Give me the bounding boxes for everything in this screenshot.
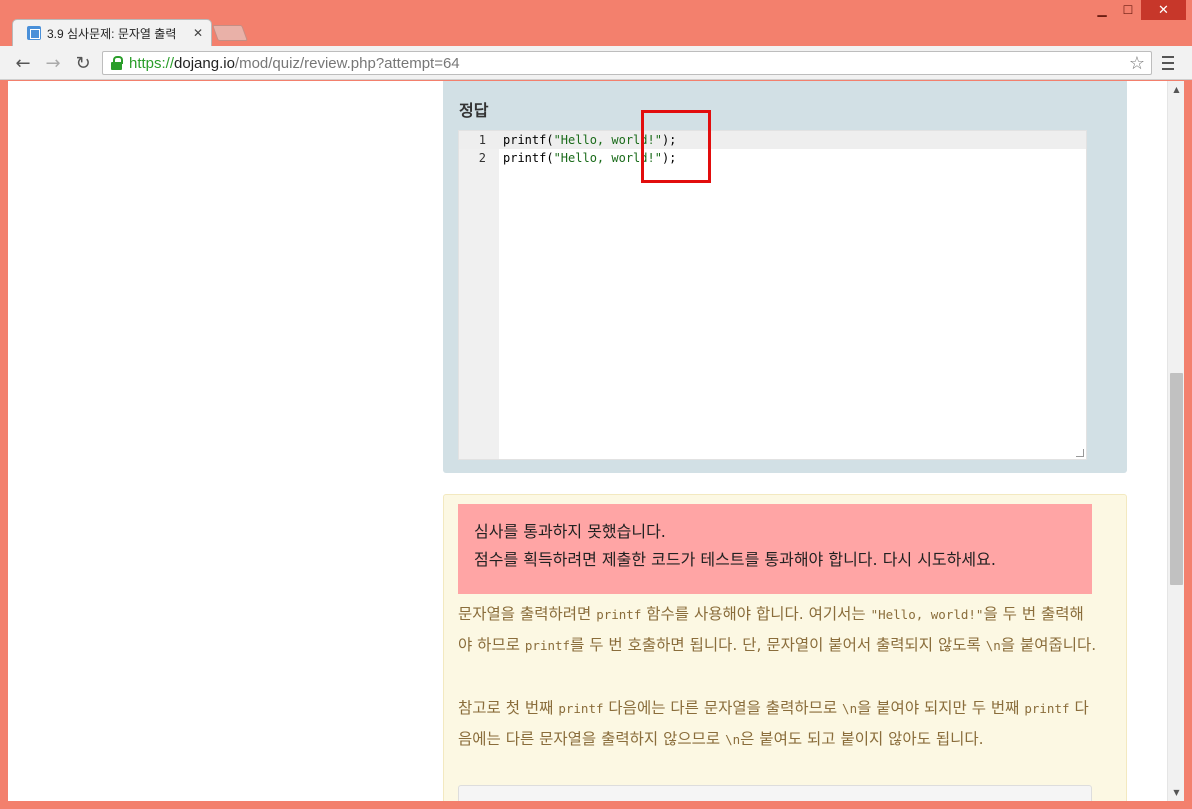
explanation-paragraph-2: 참고로 첫 번째 printf 다음에는 다른 문자열을 출력하므로 \n을 붙… (458, 699, 1089, 748)
line-number: 2 (478, 151, 486, 165)
address-bar[interactable]: https:// dojang.io /mod/quiz/review.php?… (102, 51, 1152, 75)
forward-arrow-icon[interactable]: → (42, 52, 64, 74)
url-host: dojang.io (174, 54, 235, 72)
explanation-paragraph-1: 문자열을 출력하려면 printf 함수를 사용해야 합니다. 여기서는 "He… (458, 605, 1097, 654)
highlight-annotation (641, 110, 711, 183)
code-line[interactable]: 2 printf("Hello, world!"); (459, 149, 1086, 167)
page-viewport: 정답 1 printf("Hello, world!"); 2 printf("… (8, 81, 1184, 801)
reload-icon[interactable]: ↻ (72, 52, 94, 74)
failure-alert: 심사를 통과하지 못했습니다. 점수를 획득하려면 제출한 코드가 테스트를 통… (458, 504, 1092, 594)
bookmark-star-icon[interactable]: ☆ (1129, 53, 1145, 74)
new-tab-button[interactable] (212, 25, 248, 41)
url-scheme: https:// (129, 54, 175, 72)
tab-active[interactable]: 3.9 심사문제: 문자열 출력 ✕ (12, 19, 212, 46)
scroll-thumb[interactable] (1170, 373, 1183, 585)
code-line[interactable]: 1 printf("Hello, world!"); (459, 131, 1086, 149)
maximize-icon[interactable]: ☐ (1115, 0, 1141, 20)
site-favicon-icon (27, 26, 41, 40)
example-code-block (458, 785, 1092, 801)
url-path: /mod/quiz/review.php?attempt=64 (234, 54, 460, 72)
browser-window: 3.9 심사문제: 문자열 출력 ✕ ▁ ☐ ✕ ← → ↻ https:// … (0, 0, 1192, 809)
resize-handle-icon[interactable] (1076, 449, 1084, 457)
alert-line-2: 점수를 획득하려면 제출한 코드가 테스트를 통과해야 합니다. 다시 시도하세… (474, 550, 996, 569)
menu-icon[interactable] (1160, 52, 1176, 74)
vertical-scrollbar[interactable]: ▲ ▼ (1167, 81, 1184, 801)
answer-title: 정답 (459, 101, 489, 120)
scroll-up-icon[interactable]: ▲ (1168, 81, 1184, 98)
tab-close-icon[interactable]: ✕ (193, 26, 203, 40)
answer-panel: 정답 1 printf("Hello, world!"); 2 printf("… (443, 81, 1127, 473)
browser-toolbar: ← → ↻ https:// dojang.io /mod/quiz/revie… (0, 46, 1192, 80)
close-window-icon[interactable]: ✕ (1141, 0, 1186, 20)
alert-line-1: 심사를 통과하지 못했습니다. (474, 522, 666, 541)
title-bar: 3.9 심사문제: 문자열 출력 ✕ ▁ ☐ ✕ (0, 0, 1192, 46)
line-gutter (459, 131, 499, 459)
code-editor[interactable]: 1 printf("Hello, world!"); 2 printf("Hel… (458, 130, 1087, 460)
feedback-panel: 심사를 통과하지 못했습니다. 점수를 획득하려면 제출한 코드가 테스트를 통… (443, 494, 1127, 801)
tab-title: 3.9 심사문제: 문자열 출력 (47, 26, 177, 41)
line-number: 1 (478, 133, 486, 147)
window-controls: ▁ ☐ ✕ (1089, 0, 1186, 22)
lock-icon (111, 56, 123, 70)
scroll-down-icon[interactable]: ▼ (1168, 784, 1184, 801)
minimize-icon[interactable]: ▁ (1089, 0, 1115, 20)
back-arrow-icon[interactable]: ← (12, 52, 34, 74)
